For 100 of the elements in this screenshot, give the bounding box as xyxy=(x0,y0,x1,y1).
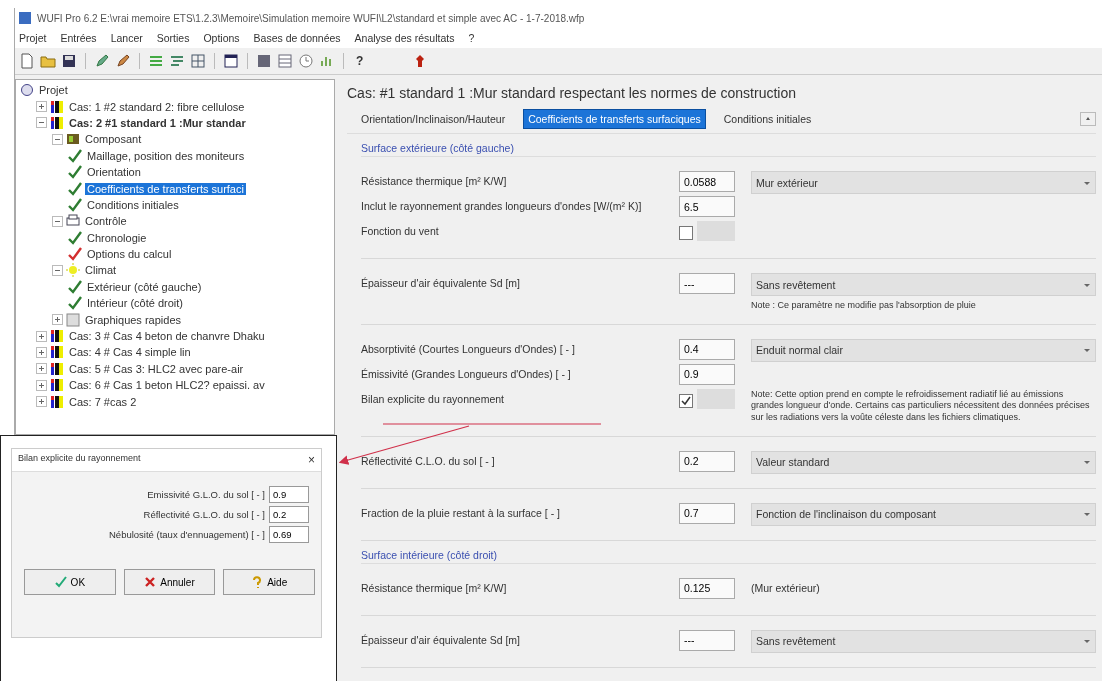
input-field[interactable]: 0.7 xyxy=(679,502,735,524)
input-field[interactable]: 0.125 xyxy=(679,577,735,599)
grid-icon[interactable] xyxy=(190,53,206,69)
tree-item[interactable]: Intérieur (côté droit) xyxy=(85,297,185,310)
tree-item[interactable]: Cas: 1 #2 standard 2: fibre cellulose xyxy=(67,100,247,113)
check-icon xyxy=(54,576,67,588)
app-icon xyxy=(19,12,31,24)
expand-toggle[interactable] xyxy=(36,117,47,129)
dialog-button[interactable]: OK xyxy=(24,569,116,595)
tree-item[interactable]: Extérieur (côté gauche) xyxy=(85,280,204,293)
expand-toggle[interactable] xyxy=(36,396,47,408)
window-icon[interactable] xyxy=(223,53,239,69)
section-title: Surface extérieure (côté gauche) xyxy=(361,134,1096,157)
dropdown-arrow-icon xyxy=(1083,510,1091,519)
menu-item[interactable]: Entrées xyxy=(60,32,97,44)
dropdown-arrow-icon xyxy=(1083,637,1091,646)
field-label: Inclut le rayonnement grandes longueurs d'ondes [W/(m² K)] xyxy=(361,199,643,212)
expand-toggle[interactable] xyxy=(36,346,47,358)
menu-item[interactable]: Analyse des résultats xyxy=(354,32,455,44)
input-field[interactable]: 0.0588 xyxy=(679,171,735,192)
tree-item[interactable]: Cas: 4 # Cas 4 simple lin xyxy=(67,346,193,359)
case-icon xyxy=(50,394,64,409)
dropdown[interactable]: Valeur standard xyxy=(751,450,1096,474)
new-file-icon[interactable] xyxy=(19,53,35,69)
dropdown[interactable]: Sans revêtement xyxy=(751,273,1096,296)
field-label: Réflectivité C.L.O. du sol [ - ] xyxy=(361,453,496,467)
input-field[interactable]: 6.5 xyxy=(679,196,735,217)
menu-item[interactable]: ? xyxy=(468,32,475,44)
tree-item[interactable]: Projet xyxy=(37,84,70,97)
tree-item[interactable]: Graphiques rapides xyxy=(83,313,183,326)
dialog-button[interactable]: Aide xyxy=(223,569,315,595)
tree-item[interactable]: Orientation xyxy=(85,166,143,179)
project-icon xyxy=(20,83,34,98)
dropdown[interactable]: Sans revêtement xyxy=(751,629,1096,653)
close-button[interactable]: × xyxy=(308,453,315,467)
tab[interactable]: Orientation/Inclinaison/Hauteur xyxy=(357,110,510,128)
note-text: Note: Cette option prend en compte le refroidissement radiatif lié au émissions grandes longueur d'onde. Certains cas particuliers nécessitent des données précises sur les radiations vers la voûte céleste dans les fichiers climatiques. xyxy=(751,388,1091,424)
input-field[interactable]: 0.2 xyxy=(269,506,309,523)
case-icon xyxy=(50,115,64,130)
case-icon xyxy=(50,99,64,114)
checkbox[interactable] xyxy=(679,226,693,240)
dialog-title: Bilan explicite du rayonnement xyxy=(18,453,141,465)
pencil-icon[interactable] xyxy=(115,53,131,69)
note-text: Note : Ce paramètre ne modifie pas l'absorption de pluie xyxy=(751,300,977,312)
expand-toggle[interactable] xyxy=(52,215,63,227)
dialog-button[interactable]: Annuler xyxy=(123,569,216,595)
input-field[interactable]: 0.9 xyxy=(679,363,735,385)
dropdown[interactable]: Enduit normal clair xyxy=(751,338,1096,362)
chart-icon xyxy=(66,312,80,327)
input-field[interactable]: 0.9 xyxy=(269,486,309,503)
save-icon[interactable] xyxy=(61,53,77,69)
dropdown-arrow-icon xyxy=(1083,458,1091,467)
menu-item[interactable]: Projet xyxy=(19,32,47,44)
tree-item[interactable]: Cas: 3 # Cas 4 beton de chanvre Dhaku xyxy=(67,330,267,343)
input-field[interactable]: 0.2 xyxy=(679,450,735,472)
tree-item[interactable]: Coefficients de transferts surfaci xyxy=(85,182,246,195)
expand-toggle[interactable] xyxy=(36,363,47,375)
expand-toggle[interactable] xyxy=(36,330,47,342)
menu-item[interactable]: Options xyxy=(203,32,240,44)
expand-toggle[interactable] xyxy=(52,265,63,276)
tab[interactable]: Conditions initiales xyxy=(719,110,816,128)
tree-item[interactable]: Contrôle xyxy=(83,215,129,228)
menu-item[interactable]: Bases de données xyxy=(253,32,341,44)
input-field[interactable]: 0.4 xyxy=(679,338,735,360)
clock-icon[interactable] xyxy=(298,53,314,69)
tree-item[interactable]: Options du calcul xyxy=(85,248,174,261)
expand-toggle[interactable] xyxy=(52,314,63,326)
help-button[interactable]: ? xyxy=(352,54,368,68)
field-label: Épaisseur d'air équivalente Sd [m] xyxy=(361,276,521,289)
tree-item[interactable]: Cas: 5 # Cas 3: HLC2 avec pare-air xyxy=(67,362,246,375)
expand-toggle[interactable] xyxy=(36,379,47,391)
input-field[interactable]: 0.69 xyxy=(269,526,309,543)
caret-icon xyxy=(1084,115,1092,123)
tree-item[interactable]: Conditions initiales xyxy=(85,198,181,211)
field-label: Bilan explicite du rayonnement xyxy=(361,391,505,405)
tree-item[interactable]: Cas: 2 #1 standard 1 :Mur standar xyxy=(67,116,248,129)
tree-item[interactable]: Chronologie xyxy=(85,231,149,244)
pencil-icon[interactable] xyxy=(94,53,110,69)
menu-item[interactable]: Lancer xyxy=(110,32,143,44)
field-label: Résistance thermique [m² K/W] xyxy=(361,174,508,187)
case-icon xyxy=(50,329,64,344)
dropdown[interactable]: Fonction de l'inclinaison du composant xyxy=(751,502,1096,526)
tab[interactable]: Coefficients de transferts surfaciques xyxy=(523,109,706,129)
tree-item[interactable]: Cas: 6 # Cas 1 beton HLC2? epaissi. av xyxy=(67,379,267,392)
input-field[interactable]: --- xyxy=(679,273,735,294)
checkbox[interactable] xyxy=(679,393,693,408)
tree-item[interactable]: Maillage, position des moniteurs xyxy=(85,149,247,162)
dropdown[interactable]: Mur extérieur xyxy=(751,171,1096,194)
field-label: Résistance thermique [m² K/W] xyxy=(361,580,508,594)
menu-item[interactable]: Sorties xyxy=(156,32,190,44)
tab-scroll-button[interactable] xyxy=(1080,112,1096,126)
expand-toggle[interactable] xyxy=(52,133,63,145)
printer-icon xyxy=(66,214,80,229)
tree-item[interactable]: Climat xyxy=(83,264,119,277)
open-folder-icon[interactable] xyxy=(40,53,56,69)
input-field[interactable]: --- xyxy=(679,629,735,651)
tree-item[interactable]: Cas: 7 #cas 2 xyxy=(67,395,139,408)
field-label: Absorptivité (Courtes Longueurs d'Ondes) [ - ] xyxy=(361,341,576,355)
tree-item[interactable]: Composant xyxy=(83,133,144,146)
expand-toggle[interactable] xyxy=(36,101,47,113)
